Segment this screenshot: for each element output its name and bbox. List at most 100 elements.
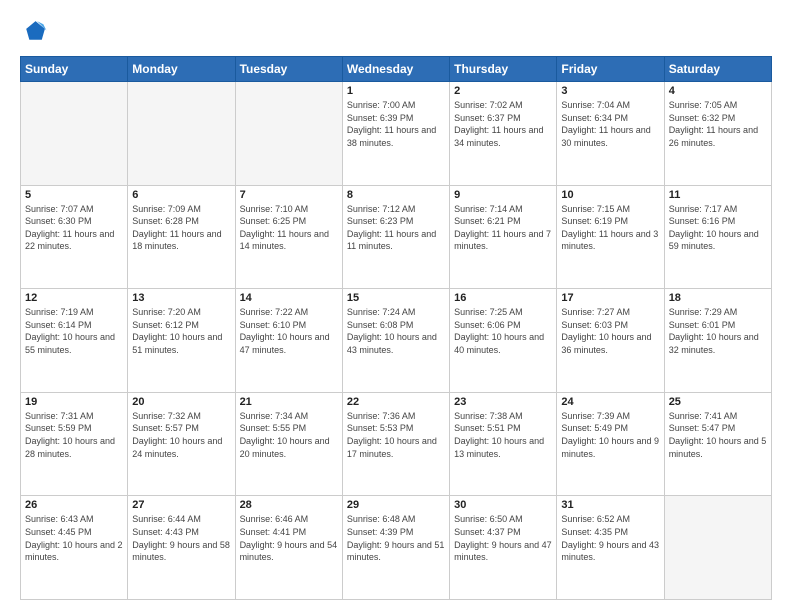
day-info: Sunrise: 7:04 AM Sunset: 6:34 PM Dayligh…	[561, 99, 659, 149]
calendar-day-cell: 23 Sunrise: 7:38 AM Sunset: 5:51 PM Dayli…	[450, 392, 557, 496]
day-number: 1	[347, 85, 445, 97]
day-info: Sunrise: 7:41 AM Sunset: 5:47 PM Dayligh…	[669, 410, 767, 460]
calendar-day-cell: 8Sunrise: 7:12 AM Sunset: 6:23 PM Daylig…	[342, 185, 449, 289]
logo-icon	[20, 18, 48, 46]
day-of-week-header: Monday	[128, 57, 235, 82]
day-info: Sunrise: 7:31 AM Sunset: 5:59 PM Dayligh…	[25, 410, 123, 460]
calendar-day-cell: 20 Sunrise: 7:32 AM Sunset: 5:57 PM Dayli…	[128, 392, 235, 496]
calendar-day-cell: 28Sunrise: 6:46 AM Sunset: 4:41 PM Dayli…	[235, 496, 342, 600]
page: SundayMondayTuesdayWednesdayThursdayFrid…	[0, 0, 792, 612]
day-info: Sunrise: 7:19 AM Sunset: 6:14 PM Dayligh…	[25, 306, 123, 356]
day-info: Sunrise: 7:27 AM Sunset: 6:03 PM Dayligh…	[561, 306, 659, 356]
calendar-day-cell: 13 Sunrise: 7:20 AM Sunset: 6:12 PM Dayli…	[128, 289, 235, 393]
day-info: Sunrise: 7:20 AM Sunset: 6:12 PM Dayligh…	[132, 306, 230, 356]
calendar-week-row: 19 Sunrise: 7:31 AM Sunset: 5:59 PM Dayli…	[21, 392, 772, 496]
day-number: 25	[669, 396, 767, 408]
calendar-day-cell: 17 Sunrise: 7:27 AM Sunset: 6:03 PM Dayli…	[557, 289, 664, 393]
calendar-day-cell: 29 Sunrise: 6:48 AM Sunset: 4:39 PM Dayli…	[342, 496, 449, 600]
day-info: Sunrise: 7:17 AM Sunset: 6:16 PM Dayligh…	[669, 203, 767, 253]
day-number: 13	[132, 292, 230, 304]
day-number: 20	[132, 396, 230, 408]
calendar-day-cell: 12 Sunrise: 7:19 AM Sunset: 6:14 PM Dayli…	[21, 289, 128, 393]
calendar-day-cell: 18 Sunrise: 7:29 AM Sunset: 6:01 PM Dayli…	[664, 289, 771, 393]
calendar-day-cell	[128, 82, 235, 186]
day-number: 24	[561, 396, 659, 408]
day-number: 5	[25, 189, 123, 201]
day-info: Sunrise: 7:15 AM Sunset: 6:19 PM Dayligh…	[561, 203, 659, 253]
day-info: Sunrise: 7:39 AM Sunset: 5:49 PM Dayligh…	[561, 410, 659, 460]
header	[20, 18, 772, 46]
calendar-week-row: 12 Sunrise: 7:19 AM Sunset: 6:14 PM Dayli…	[21, 289, 772, 393]
calendar-day-cell	[235, 82, 342, 186]
calendar-day-cell: 4 Sunrise: 7:05 AM Sunset: 6:32 PM Daylig…	[664, 82, 771, 186]
calendar-day-cell: 1 Sunrise: 7:00 AM Sunset: 6:39 PM Daylig…	[342, 82, 449, 186]
day-info: Sunrise: 7:36 AM Sunset: 5:53 PM Dayligh…	[347, 410, 445, 460]
day-info: Sunrise: 7:25 AM Sunset: 6:06 PM Dayligh…	[454, 306, 552, 356]
calendar-day-cell: 25 Sunrise: 7:41 AM Sunset: 5:47 PM Dayli…	[664, 392, 771, 496]
day-number: 10	[561, 189, 659, 201]
day-info: Sunrise: 6:50 AM Sunset: 4:37 PM Dayligh…	[454, 513, 552, 563]
calendar-day-cell: 15 Sunrise: 7:24 AM Sunset: 6:08 PM Dayli…	[342, 289, 449, 393]
day-number: 18	[669, 292, 767, 304]
day-number: 21	[240, 396, 338, 408]
calendar-day-cell: 27 Sunrise: 6:44 AM Sunset: 4:43 PM Dayli…	[128, 496, 235, 600]
day-number: 6	[132, 189, 230, 201]
day-number: 28	[240, 499, 338, 511]
day-number: 27	[132, 499, 230, 511]
day-of-week-header: Friday	[557, 57, 664, 82]
calendar-day-cell	[21, 82, 128, 186]
day-number: 30	[454, 499, 552, 511]
day-number: 2	[454, 85, 552, 97]
day-info: Sunrise: 7:02 AM Sunset: 6:37 PM Dayligh…	[454, 99, 552, 149]
calendar-day-cell: 19 Sunrise: 7:31 AM Sunset: 5:59 PM Dayli…	[21, 392, 128, 496]
day-info: Sunrise: 6:44 AM Sunset: 4:43 PM Dayligh…	[132, 513, 230, 563]
calendar-day-cell: 9 Sunrise: 7:14 AM Sunset: 6:21 PM Daylig…	[450, 185, 557, 289]
day-of-week-header: Saturday	[664, 57, 771, 82]
day-info: Sunrise: 7:12 AM Sunset: 6:23 PM Dayligh…	[347, 203, 445, 253]
day-number: 22	[347, 396, 445, 408]
calendar-day-cell: 10 Sunrise: 7:15 AM Sunset: 6:19 PM Dayli…	[557, 185, 664, 289]
calendar-day-cell: 22 Sunrise: 7:36 AM Sunset: 5:53 PM Dayli…	[342, 392, 449, 496]
day-info: Sunrise: 6:48 AM Sunset: 4:39 PM Dayligh…	[347, 513, 445, 563]
calendar-week-row: 5 Sunrise: 7:07 AM Sunset: 6:30 PM Daylig…	[21, 185, 772, 289]
day-info: Sunrise: 6:52 AM Sunset: 4:35 PM Dayligh…	[561, 513, 659, 563]
day-number: 17	[561, 292, 659, 304]
day-of-week-header: Tuesday	[235, 57, 342, 82]
day-of-week-header: Thursday	[450, 57, 557, 82]
day-info: Sunrise: 7:34 AM Sunset: 5:55 PM Dayligh…	[240, 410, 338, 460]
day-info: Sunrise: 7:00 AM Sunset: 6:39 PM Dayligh…	[347, 99, 445, 149]
day-info: Sunrise: 7:29 AM Sunset: 6:01 PM Dayligh…	[669, 306, 767, 356]
day-number: 12	[25, 292, 123, 304]
day-info: Sunrise: 7:38 AM Sunset: 5:51 PM Dayligh…	[454, 410, 552, 460]
day-number: 4	[669, 85, 767, 97]
day-number: 31	[561, 499, 659, 511]
day-number: 29	[347, 499, 445, 511]
day-number: 15	[347, 292, 445, 304]
calendar-week-row: 1 Sunrise: 7:00 AM Sunset: 6:39 PM Daylig…	[21, 82, 772, 186]
calendar-day-cell: 6Sunrise: 7:09 AM Sunset: 6:28 PM Daylig…	[128, 185, 235, 289]
calendar-day-cell: 3Sunrise: 7:04 AM Sunset: 6:34 PM Daylig…	[557, 82, 664, 186]
day-number: 11	[669, 189, 767, 201]
calendar-day-cell: 21 Sunrise: 7:34 AM Sunset: 5:55 PM Dayli…	[235, 392, 342, 496]
calendar-table: SundayMondayTuesdayWednesdayThursdayFrid…	[20, 56, 772, 600]
calendar-day-cell: 14Sunrise: 7:22 AM Sunset: 6:10 PM Dayli…	[235, 289, 342, 393]
day-of-week-header: Sunday	[21, 57, 128, 82]
day-info: Sunrise: 7:10 AM Sunset: 6:25 PM Dayligh…	[240, 203, 338, 253]
calendar-header-row: SundayMondayTuesdayWednesdayThursdayFrid…	[21, 57, 772, 82]
day-number: 23	[454, 396, 552, 408]
calendar-day-cell: 24 Sunrise: 7:39 AM Sunset: 5:49 PM Dayli…	[557, 392, 664, 496]
calendar-day-cell: 5 Sunrise: 7:07 AM Sunset: 6:30 PM Daylig…	[21, 185, 128, 289]
day-number: 9	[454, 189, 552, 201]
calendar-day-cell: 16Sunrise: 7:25 AM Sunset: 6:06 PM Dayli…	[450, 289, 557, 393]
day-info: Sunrise: 7:14 AM Sunset: 6:21 PM Dayligh…	[454, 203, 552, 253]
logo	[20, 18, 52, 46]
day-info: Sunrise: 7:05 AM Sunset: 6:32 PM Dayligh…	[669, 99, 767, 149]
day-info: Sunrise: 7:24 AM Sunset: 6:08 PM Dayligh…	[347, 306, 445, 356]
calendar-day-cell: 11 Sunrise: 7:17 AM Sunset: 6:16 PM Dayli…	[664, 185, 771, 289]
day-info: Sunrise: 7:32 AM Sunset: 5:57 PM Dayligh…	[132, 410, 230, 460]
day-number: 14	[240, 292, 338, 304]
day-info: Sunrise: 7:07 AM Sunset: 6:30 PM Dayligh…	[25, 203, 123, 253]
day-of-week-header: Wednesday	[342, 57, 449, 82]
day-number: 19	[25, 396, 123, 408]
calendar-day-cell: 31 Sunrise: 6:52 AM Sunset: 4:35 PM Dayli…	[557, 496, 664, 600]
